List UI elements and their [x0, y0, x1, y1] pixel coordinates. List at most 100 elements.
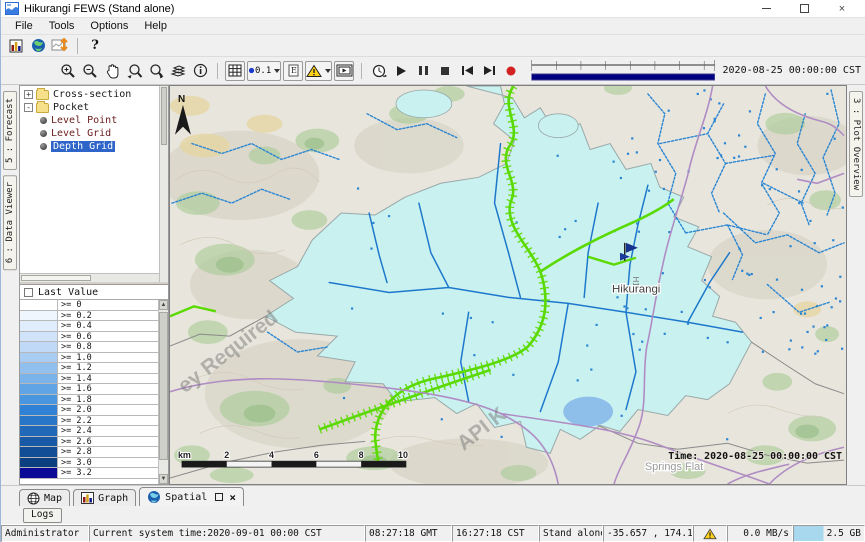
scroll-thumb[interactable] — [21, 275, 91, 281]
warning-icon — [703, 528, 717, 540]
tree-item-level-point[interactable]: Level Point — [20, 114, 159, 127]
zoom-in-button[interactable] — [58, 61, 78, 81]
legend-row[interactable]: >= 0.4 — [20, 321, 158, 332]
menu-options[interactable]: Options — [82, 19, 136, 34]
legend-row[interactable]: >= 3.2 — [20, 468, 158, 479]
legend-row[interactable]: >= 2.4 — [20, 426, 158, 437]
tab-map[interactable]: Map — [19, 489, 70, 506]
info-button[interactable] — [190, 61, 210, 81]
legend-row[interactable]: >= 1.4 — [20, 374, 158, 385]
point-size-value: 0.1 — [255, 66, 271, 76]
legend-row[interactable]: >= 1.0 — [20, 353, 158, 364]
tab-forecast[interactable]: 5 : Forecast — [3, 91, 17, 170]
timeline-slider[interactable] — [530, 59, 716, 83]
labels-toggle-button[interactable]: E — [283, 61, 303, 81]
zoom-previous-button[interactable] — [124, 61, 144, 81]
north-label: N — [178, 94, 185, 105]
scroll-thumb[interactable] — [159, 312, 168, 460]
legend-row[interactable]: >= 0.6 — [20, 332, 158, 343]
database-viewer-button[interactable] — [50, 36, 70, 56]
scroll-thumb[interactable] — [161, 87, 167, 145]
layers-button[interactable] — [168, 61, 188, 81]
last-value-checkbox[interactable] — [24, 288, 33, 297]
toolbar-separator — [77, 38, 78, 54]
chevron-down-icon — [274, 69, 280, 73]
left-tab-strip: 5 : Forecast 6 : Data Viewer — [1, 85, 19, 485]
menu-file[interactable]: File — [7, 19, 41, 34]
animation-button[interactable] — [334, 61, 354, 81]
svg-text:E: E — [291, 66, 297, 75]
left-panel: + Cross-section - Pocket Level Point Level Gr… — [19, 85, 169, 485]
pan-button[interactable] — [102, 61, 122, 81]
legend-row[interactable]: >= 1.8 — [20, 395, 158, 406]
tab-data-viewer[interactable]: 6 : Data Viewer — [3, 175, 17, 270]
minimize-button[interactable] — [747, 1, 785, 17]
tree-item-cross-section[interactable]: + Cross-section — [20, 88, 159, 101]
tree-horizontal-scrollbar[interactable] — [20, 273, 159, 282]
tree-item-label[interactable]: Level Point — [51, 115, 117, 126]
legend-rows: >= 0>= 0.2>= 0.4>= 0.6>= 0.8>= 1.0>= 1.2… — [20, 300, 158, 479]
tree-item-pocket[interactable]: - Pocket — [20, 101, 159, 114]
zoom-out-button[interactable] — [80, 61, 100, 81]
spatial-display-button[interactable] — [28, 36, 48, 56]
thresholds-button[interactable] — [305, 61, 332, 81]
play-button[interactable] — [391, 61, 411, 81]
legend-row[interactable]: >= 2.6 — [20, 437, 158, 448]
legend-row-label: >= 0.4 — [58, 321, 158, 331]
zoom-next-button[interactable] — [146, 61, 166, 81]
close-button[interactable]: × — [823, 1, 861, 17]
right-tab-strip: 3 : Plot Overview — [847, 85, 865, 485]
tab-spatial[interactable]: Spatial × — [139, 487, 244, 506]
maximize-button[interactable] — [785, 1, 823, 17]
pause-button[interactable] — [413, 61, 433, 81]
stop-button[interactable] — [435, 61, 455, 81]
tab-close-icon[interactable]: × — [229, 491, 236, 504]
tab-plot-overview[interactable]: 3 : Plot Overview — [849, 91, 863, 197]
tree-item-label[interactable]: Pocket — [53, 102, 89, 113]
step-forward-button[interactable] — [479, 61, 499, 81]
timeseries-display-button[interactable] — [6, 36, 26, 56]
timeline-track[interactable] — [530, 59, 716, 83]
tab-graph[interactable]: Graph — [73, 489, 136, 506]
scroll-up-icon[interactable]: ▲ — [159, 300, 168, 310]
legend-row[interactable]: >= 2.8 — [20, 447, 158, 458]
tree-expander-icon[interactable]: - — [24, 103, 33, 112]
legend-row[interactable]: >= 2.2 — [20, 416, 158, 427]
legend-row[interactable]: >= 1.2 — [20, 363, 158, 374]
tab-spatial-label: Spatial — [165, 492, 207, 503]
map-viewport[interactable]: ey Required API K H1 Hikurangi Springs F… — [169, 85, 847, 485]
menu-tools[interactable]: Tools — [41, 19, 83, 34]
scale-tick-label: 10 — [398, 450, 408, 460]
legend-row[interactable]: >= 0.2 — [20, 311, 158, 322]
status-mode: Stand alone — [539, 525, 603, 542]
legend-row[interactable]: >= 1.6 — [20, 384, 158, 395]
timeline-datetime: 2020-08-25 00:00:00 CST — [723, 65, 861, 76]
tree-item-label[interactable]: Depth Grid — [51, 141, 115, 152]
legend-row-label: >= 3.2 — [58, 468, 158, 478]
point-size-button[interactable]: 0.1 — [247, 61, 281, 81]
menu-help[interactable]: Help — [136, 19, 175, 34]
legend-row[interactable]: >= 0.8 — [20, 342, 158, 353]
map-canvas[interactable]: ey Required API K H1 Hikurangi Springs F… — [170, 86, 846, 484]
window-title: Hikurangi FEWS (Stand alone) — [24, 3, 174, 15]
tab-maximize-icon[interactable] — [215, 493, 223, 501]
help-button[interactable]: ? — [85, 36, 105, 56]
tree-item-label[interactable]: Level Grid — [51, 128, 111, 139]
status-warning-cell[interactable] — [693, 525, 727, 542]
legend-row[interactable]: >= 0 — [20, 300, 158, 311]
tree-item-label[interactable]: Cross-section — [53, 89, 131, 100]
scroll-down-icon[interactable]: ▼ — [159, 474, 168, 484]
record-button[interactable] — [501, 61, 521, 81]
legend-row[interactable]: >= 2.0 — [20, 405, 158, 416]
step-back-button[interactable] — [457, 61, 477, 81]
logs-button[interactable]: Logs — [23, 508, 62, 523]
tree-item-depth-grid[interactable]: Depth Grid — [20, 140, 159, 153]
grid-display-button[interactable] — [225, 61, 245, 81]
tree-vertical-scrollbar[interactable] — [159, 86, 168, 282]
timer-button[interactable] — [369, 61, 389, 81]
legend-row[interactable]: >= 3.0 — [20, 458, 158, 469]
legend-color-swatch — [20, 468, 58, 478]
tree-expander-icon[interactable]: + — [24, 90, 33, 99]
tree-item-level-grid[interactable]: Level Grid — [20, 127, 159, 140]
legend-scrollbar[interactable]: ▲ ▼ — [158, 300, 168, 484]
